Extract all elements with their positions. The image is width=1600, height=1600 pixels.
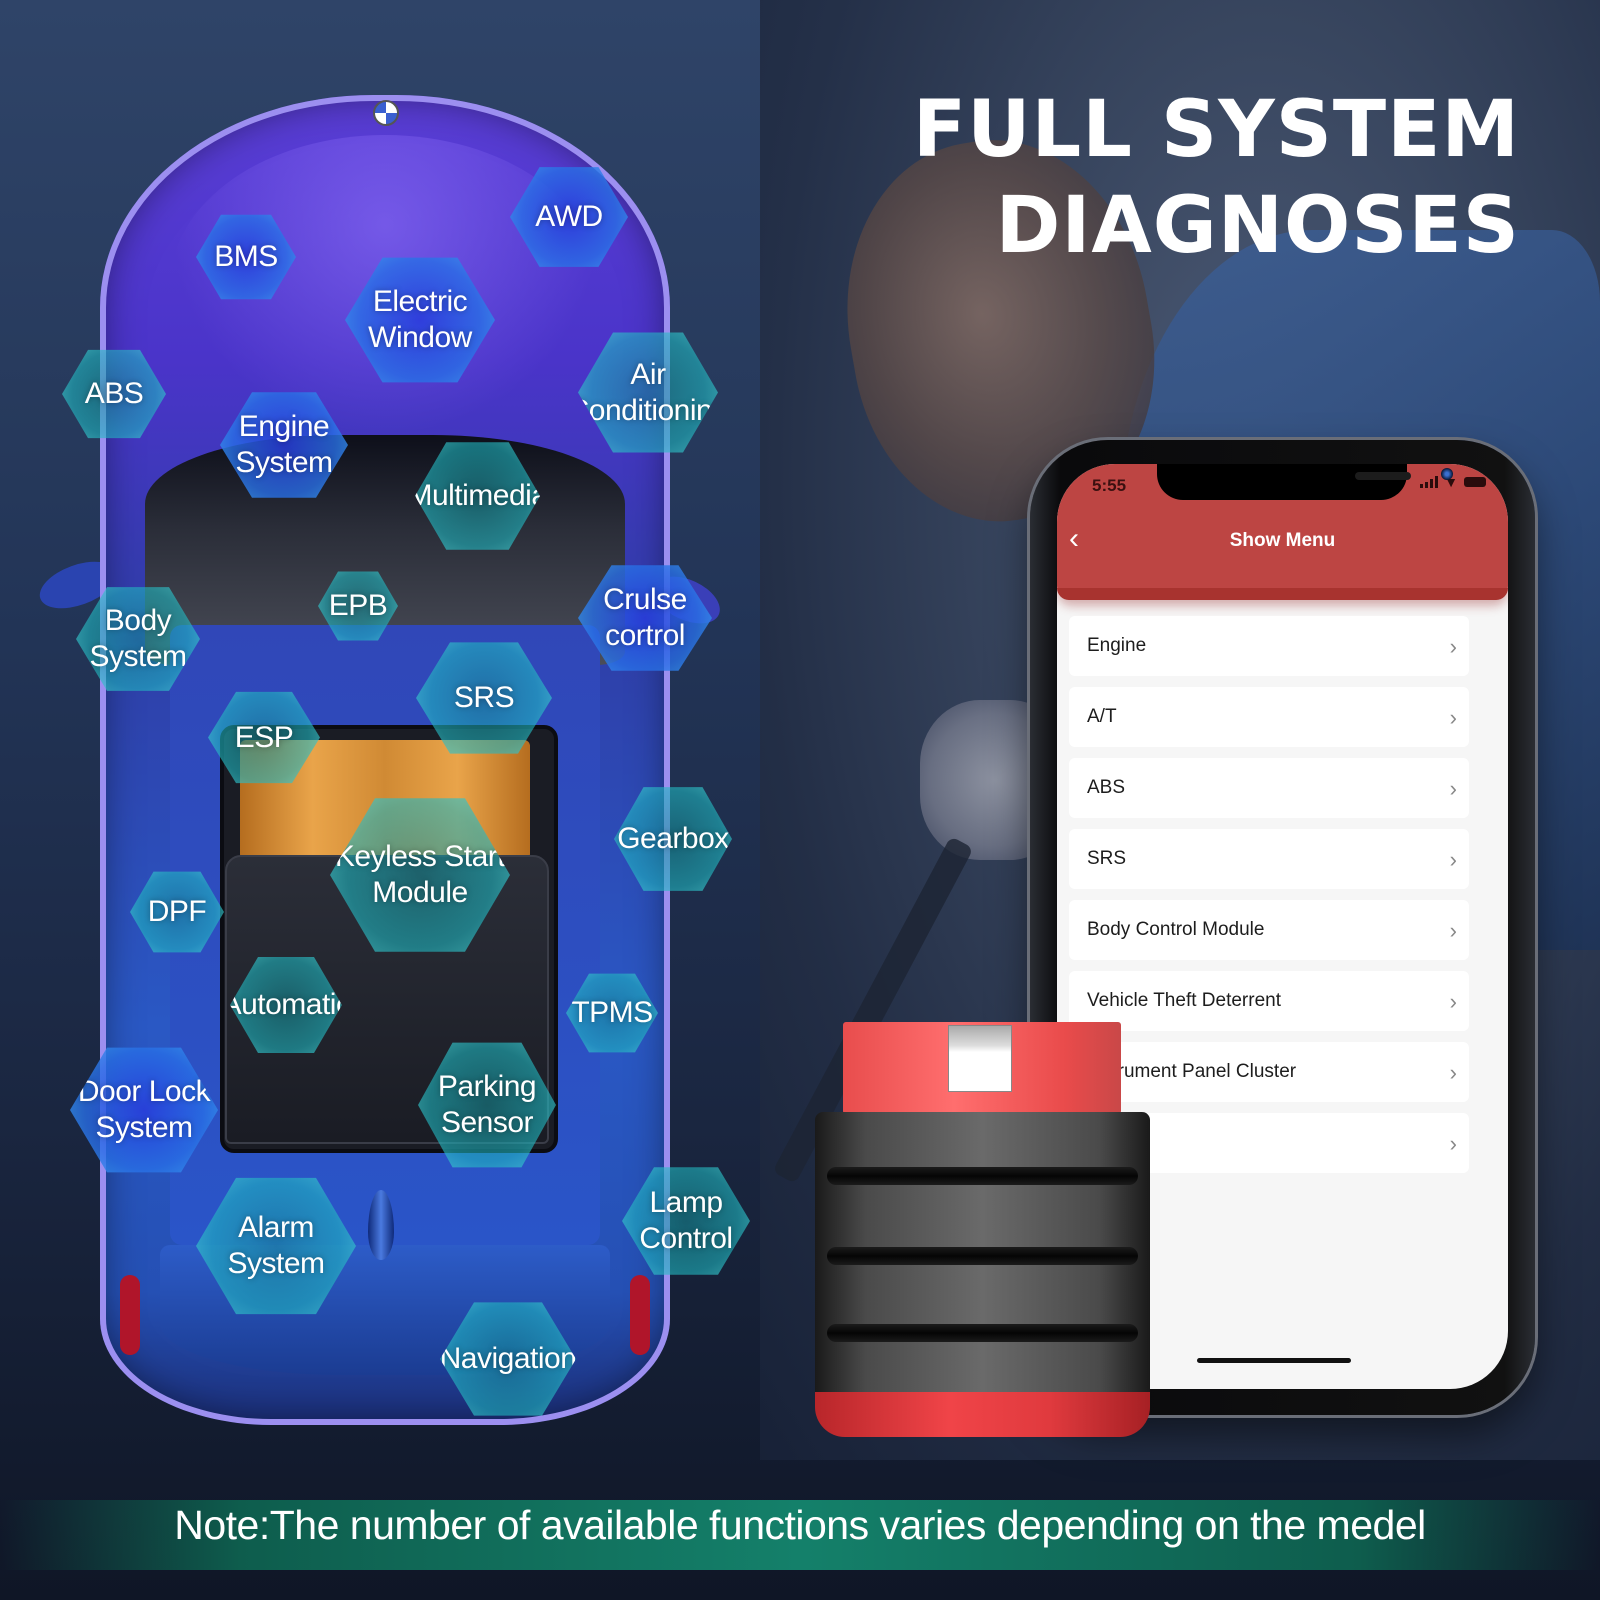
front-camera — [1441, 468, 1453, 480]
headline-line-2: DIAGNOSES — [995, 181, 1520, 271]
system-label: TPMS — [571, 996, 653, 1029]
system-label: ABS — [84, 377, 144, 410]
headline: FULL SYSTEM DIAGNOSES — [913, 82, 1520, 274]
system-label: Lamp Control — [639, 1186, 733, 1255]
menu-item-engine[interactable]: Engine › — [1069, 616, 1469, 676]
chevron-right-icon: › — [1449, 634, 1457, 659]
system-label: Body System — [89, 604, 187, 673]
system-label: Multimedia — [407, 479, 548, 512]
system-label: Parking Sensor — [437, 1070, 537, 1139]
car-logo-icon — [373, 100, 399, 126]
obd-connector-pin — [948, 1025, 1012, 1092]
system-label: Electric Window — [368, 285, 472, 354]
chevron-right-icon: › — [1449, 918, 1457, 943]
status-time: 5:55 — [1092, 476, 1127, 495]
home-indicator — [1197, 1358, 1351, 1363]
system-label: Gearbox — [617, 822, 729, 855]
status-bar-icons: ▼ — [1420, 475, 1486, 489]
obd-adapter-body — [815, 1112, 1150, 1402]
system-label: ESP — [234, 720, 294, 754]
system-label: Door Lock System — [77, 1075, 211, 1144]
footnote: Note:The number of available functions v… — [174, 1502, 1426, 1548]
menu-item-body-control-module[interactable]: Body Control Module › — [1069, 900, 1469, 960]
obd-groove — [827, 1167, 1138, 1185]
battery-icon — [1464, 477, 1486, 487]
chevron-right-icon: › — [1449, 1131, 1457, 1156]
system-label: Keyless Start Module — [334, 840, 506, 909]
menu-item-label: Vehicle Theft Deterrent — [1087, 990, 1281, 1011]
taillight-left — [120, 1275, 140, 1355]
system-label: AWD — [535, 200, 603, 233]
phone-notch — [1157, 464, 1453, 500]
system-label: DPF — [147, 895, 207, 928]
chevron-right-icon: › — [1449, 776, 1457, 801]
system-label: EPB — [328, 589, 388, 622]
menu-item-label: A/T — [1087, 706, 1117, 727]
menu-item-abs[interactable]: ABS › — [1069, 758, 1469, 818]
system-label: Alarm System — [227, 1211, 325, 1280]
system-label: Navigation — [439, 1342, 577, 1375]
system-label: Crulse cortrol — [603, 583, 687, 652]
app-header-shadow — [1057, 588, 1508, 600]
chevron-right-icon: › — [1449, 705, 1457, 730]
chevron-right-icon: › — [1449, 847, 1457, 872]
obd-adapter-base — [815, 1392, 1150, 1437]
obd-connector — [843, 1022, 1121, 1114]
app-title: Show Menu — [1229, 530, 1336, 551]
menu-item-label: Engine — [1087, 635, 1147, 656]
menu-item-label: ABS — [1087, 777, 1126, 798]
obd-groove — [827, 1324, 1138, 1342]
obd-adapter — [815, 1022, 1150, 1442]
menu-item-label: Body Control Module — [1087, 919, 1265, 940]
earpiece-speaker — [1355, 472, 1411, 480]
taillight-right — [630, 1275, 650, 1355]
headline-line-1: FULL SYSTEM — [912, 85, 1520, 175]
chevron-right-icon: › — [1449, 1060, 1457, 1085]
menu-item-srs[interactable]: SRS › — [1069, 829, 1469, 889]
system-label: Automatic — [221, 988, 351, 1021]
menu-item-at[interactable]: A/T › — [1069, 687, 1469, 747]
system-label: SRS — [453, 681, 515, 714]
system-label: BMS — [214, 240, 278, 273]
chevron-right-icon: › — [1449, 989, 1457, 1014]
obd-groove — [827, 1247, 1138, 1265]
system-label: Engine System — [235, 410, 333, 479]
signal-icon — [1420, 476, 1439, 488]
menu-item-label: SRS — [1087, 848, 1127, 869]
